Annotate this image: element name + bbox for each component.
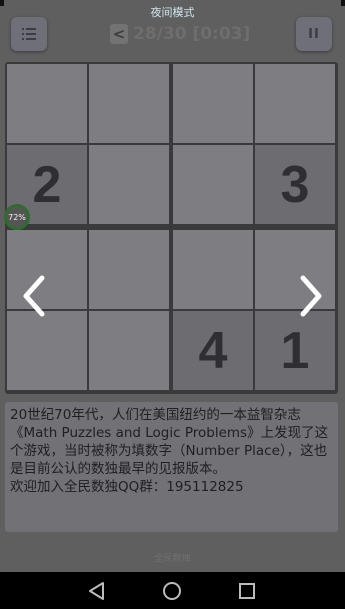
footer-label: 全民数独 [154, 554, 191, 564]
board-cell[interactable]: 4 [173, 311, 253, 390]
square-recents-icon [239, 583, 255, 599]
pause-icon: II [308, 26, 320, 42]
previous-puzzle-button[interactable] [20, 272, 48, 320]
circle-home-icon [163, 582, 181, 600]
description-text: 20世纪70年代，人们在美国纽约的一本益智杂志《Math Puzzles and… [10, 407, 329, 477]
board-cell[interactable] [89, 311, 169, 390]
board-cell[interactable] [7, 64, 87, 143]
menu-button[interactable] [11, 17, 47, 51]
triangle-back-icon [89, 582, 104, 600]
description-panel: 20世纪70年代，人们在美国纽约的一本益智杂志《Math Puzzles and… [5, 402, 338, 532]
previous-level-button[interactable]: < [110, 24, 128, 44]
system-nav-bar [0, 572, 345, 609]
qq-group-text: 欢迎加入全民数独QQ群：195112825 [10, 479, 244, 495]
board-cell[interactable]: 3 [255, 145, 335, 224]
recents-nav-button[interactable] [236, 580, 258, 602]
board-cell[interactable] [89, 145, 169, 224]
pause-button[interactable]: II [296, 17, 332, 51]
level-indicator: < 28/30 [0:03] [110, 23, 250, 45]
level-timer-text: 28/30 [0:03] [133, 24, 251, 44]
home-nav-button[interactable] [161, 580, 183, 602]
screen: 夜间模式 < 28/30 [0:03] II 2341 72% 20世纪70年代… [0, 0, 345, 609]
back-nav-button[interactable] [86, 580, 108, 602]
board-cell[interactable]: 1 [255, 311, 335, 390]
list-icon [22, 28, 36, 40]
next-puzzle-button[interactable] [297, 272, 325, 320]
board-cell[interactable] [89, 64, 169, 143]
board-cell[interactable] [173, 64, 253, 143]
progress-label: 72% [8, 212, 26, 222]
night-mode-toggle[interactable]: 夜间模式 [0, 4, 345, 20]
board-cell[interactable] [89, 230, 169, 309]
board-cell[interactable] [173, 230, 253, 309]
progress-indicator: 72% [4, 204, 30, 230]
chevron-left-icon [23, 275, 45, 317]
board-cell[interactable] [173, 145, 253, 224]
top-bar: 夜间模式 < 28/30 [0:03] II [0, 0, 345, 62]
board-cell[interactable] [7, 311, 87, 390]
chevron-right-icon [300, 275, 322, 317]
board-cell[interactable] [255, 64, 335, 143]
sudoku-board: 2341 [5, 62, 338, 394]
